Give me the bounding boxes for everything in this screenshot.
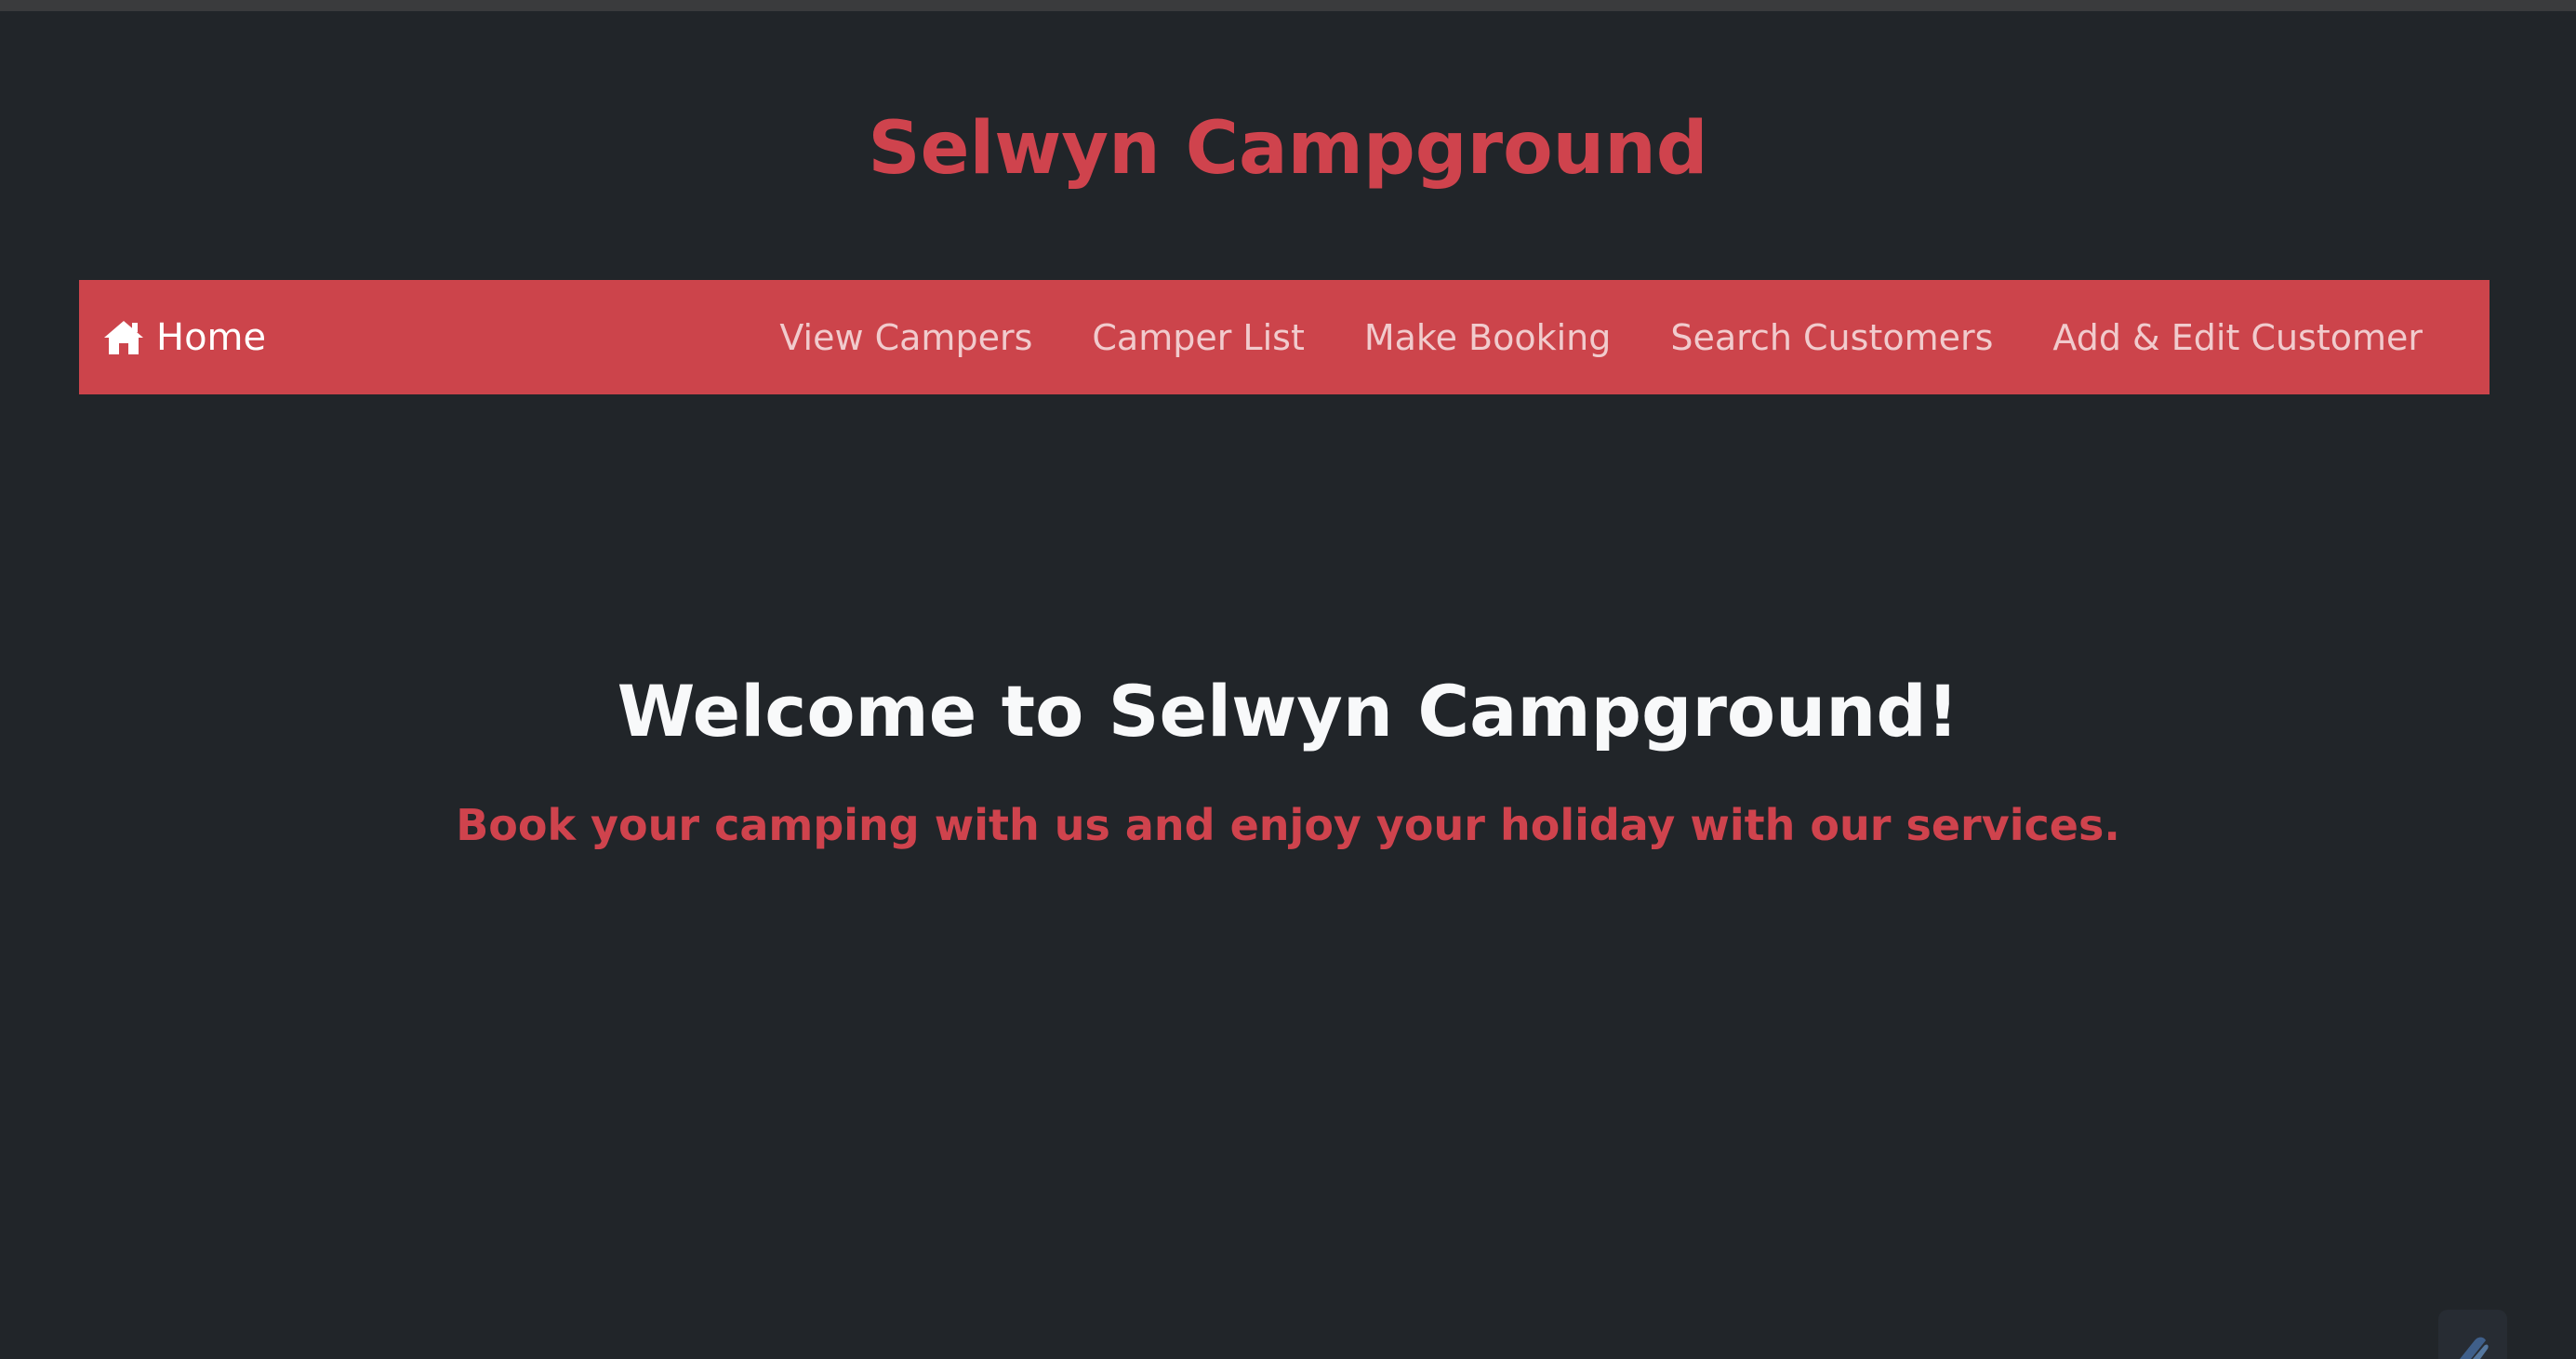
nav-links: View Campers Camper List Make Booking Se… (779, 280, 2423, 394)
nav-link-camper-list[interactable]: Camper List (1092, 317, 1304, 358)
welcome-heading: Welcome to Selwyn Campground! (617, 670, 1959, 753)
browser-top-strip (0, 0, 2576, 11)
nav-link-view-campers[interactable]: View Campers (779, 317, 1032, 358)
nav-link-search-customers[interactable]: Search Customers (1670, 317, 1993, 358)
widget-logo-icon (2460, 1337, 2489, 1359)
site-title: Selwyn Campground (868, 107, 1708, 191)
corner-widget[interactable] (2438, 1310, 2507, 1359)
nav-home-label: Home (156, 315, 267, 359)
home-icon (102, 319, 145, 356)
nav-link-add-edit-customer[interactable]: Add & Edit Customer (2052, 317, 2423, 358)
nav-link-make-booking[interactable]: Make Booking (1364, 317, 1612, 358)
main-navbar: Home View Campers Camper List Make Booki… (79, 280, 2490, 394)
nav-home-link[interactable]: Home (102, 280, 266, 394)
welcome-subheading: Book your camping with us and enjoy your… (456, 800, 2120, 850)
